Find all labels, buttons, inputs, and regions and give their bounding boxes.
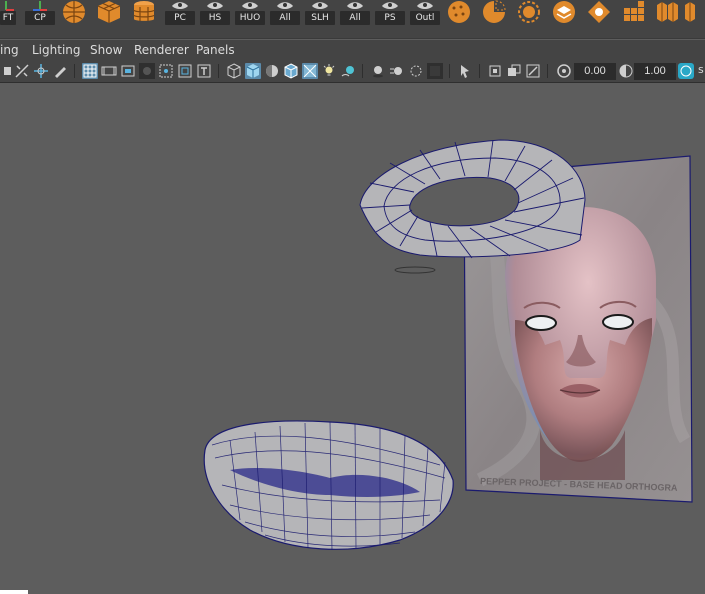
cube-stack-icon[interactable]: [683, 0, 705, 24]
menu-renderer[interactable]: Renderer: [134, 40, 189, 60]
panel-toolbar: s: [0, 60, 705, 83]
brush-icon[interactable]: [52, 63, 68, 79]
viewport-corner-marker: [0, 590, 28, 594]
shelf-outliner-button[interactable]: Outl: [410, 0, 440, 26]
gamma-field[interactable]: [634, 63, 676, 80]
view-transform-label: s: [698, 63, 704, 76]
shelf-cp-label: CP: [25, 11, 55, 25]
sphere-dots-icon[interactable]: [447, 0, 471, 24]
panel-menubar: ing Lighting Show Renderer Panels: [0, 40, 705, 60]
shelf-button-label: HUO: [235, 11, 265, 25]
ring-loop-mesh[interactable]: [359, 139, 586, 259]
field-chart-icon[interactable]: [158, 63, 174, 79]
safe-action-icon[interactable]: [177, 63, 193, 79]
shelf-slh-button[interactable]: SLH: [305, 0, 335, 26]
backface-icon[interactable]: [525, 63, 541, 79]
gate-mask-icon[interactable]: [139, 63, 155, 79]
shelf-cp-button[interactable]: CP: [25, 0, 55, 38]
viewport-scene[interactable]: PEPPER PROJECT - BASE HEAD ORTHOGRA: [0, 83, 705, 594]
toolbar-separator: [547, 64, 548, 78]
shadows-icon[interactable]: [340, 63, 356, 79]
eye-icon: [207, 2, 223, 9]
film-gate-icon[interactable]: [101, 63, 117, 79]
grid-icon[interactable]: [622, 0, 646, 24]
toolbar-separator: [74, 64, 75, 78]
lips-mesh[interactable]: [203, 420, 454, 551]
toolbar-separator: [362, 64, 363, 78]
shelf-huo-button[interactable]: HUO: [235, 0, 265, 26]
camera-attributes-icon[interactable]: [14, 63, 30, 79]
isolate-select-icon[interactable]: [457, 63, 473, 79]
wireframe-on-shaded-icon[interactable]: [283, 63, 299, 79]
sphere-cut-icon[interactable]: [482, 0, 506, 24]
color-management-icon[interactable]: [678, 63, 694, 79]
layers-icon[interactable]: [552, 0, 576, 24]
diamond-icon[interactable]: [587, 0, 611, 24]
shelf-ft-button[interactable]: FT: [0, 0, 18, 38]
shelf-all-button[interactable]: All: [270, 0, 300, 26]
gamma-icon[interactable]: [618, 63, 634, 79]
sphere-dashed-icon[interactable]: [517, 0, 541, 24]
grid-toggle-icon[interactable]: [82, 63, 98, 79]
menu-lighting[interactable]: Lighting: [32, 40, 81, 60]
xray-active-icon[interactable]: [506, 63, 522, 79]
eye-icon: [277, 2, 293, 9]
shelf-ps-button[interactable]: PS: [375, 0, 405, 26]
eye-icon: [242, 2, 258, 9]
light-icon[interactable]: [321, 63, 337, 79]
smooth-shade-icon[interactable]: [245, 63, 261, 79]
exposure-icon[interactable]: [556, 63, 572, 79]
poly-cube-icon[interactable]: [97, 0, 121, 24]
cube-pair-icon[interactable]: [655, 0, 679, 24]
xray-joints-icon[interactable]: [487, 63, 503, 79]
toolbar-separator: [449, 64, 450, 78]
shelf-button-label: PS: [375, 11, 405, 25]
shelf-hs-button[interactable]: HS: [200, 0, 230, 26]
depth-of-field-icon[interactable]: [427, 63, 443, 79]
shelf-button-label: PC: [165, 11, 195, 25]
shelf-button-label: All: [270, 11, 300, 25]
3d-viewport[interactable]: PEPPER PROJECT - BASE HEAD ORTHOGRA: [0, 83, 705, 594]
eye-icon: [417, 2, 433, 9]
motion-blur-icon[interactable]: [389, 63, 405, 79]
menu-panels[interactable]: Panels: [196, 40, 235, 60]
menu-shading[interactable]: ing: [0, 40, 19, 60]
pivot-marker: [394, 266, 436, 274]
toolbar-separator: [479, 64, 480, 78]
shelf: FT CP PC HS HUO All SLH All PS Outl: [0, 0, 705, 39]
resolution-gate-icon[interactable]: [120, 63, 136, 79]
anti-aliasing-icon[interactable]: [408, 63, 424, 79]
toolbar-separator: [218, 64, 219, 78]
default-material-icon[interactable]: [264, 63, 280, 79]
poly-cylinder-icon[interactable]: [132, 0, 156, 24]
camera-icon[interactable]: [0, 63, 11, 79]
menu-show[interactable]: Show: [90, 40, 122, 60]
poly-sphere-icon[interactable]: [62, 0, 86, 24]
eye-icon: [382, 2, 398, 9]
shelf-button-label: SLH: [305, 11, 335, 25]
eye-icon: [172, 2, 188, 9]
shelf-button-label: Outl: [410, 11, 440, 25]
shelf-ft-label: FT: [0, 11, 16, 25]
shelf-button-label: All: [340, 11, 370, 25]
exposure-field[interactable]: [574, 63, 616, 80]
ambient-occlusion-icon[interactable]: [370, 63, 386, 79]
safe-title-icon[interactable]: [196, 63, 212, 79]
eye-icon: [347, 2, 363, 9]
shelf-all-button-2[interactable]: All: [340, 0, 370, 26]
shelf-pc-button[interactable]: PC: [165, 0, 195, 26]
eye-icon: [312, 2, 328, 9]
xray-icon[interactable]: [302, 63, 318, 79]
move-tool-icon[interactable]: [33, 63, 49, 79]
wireframe-cube-icon[interactable]: [226, 63, 242, 79]
shelf-button-label: HS: [200, 11, 230, 25]
